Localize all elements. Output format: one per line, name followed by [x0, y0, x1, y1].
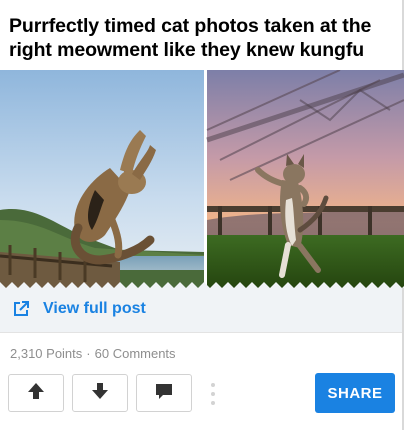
share-button[interactable]: SHARE: [315, 373, 395, 413]
view-full-post-link[interactable]: View full post: [0, 288, 402, 332]
comments-count[interactable]: 60 Comments: [95, 346, 176, 361]
external-link-icon: [12, 300, 30, 318]
points-count[interactable]: 2,310 Points: [10, 346, 82, 361]
post-card: Purrfectly timed cat photos taken at the…: [0, 0, 404, 430]
upvote-button[interactable]: [8, 374, 64, 412]
vertical-dots-icon[interactable]: [208, 383, 218, 405]
post-stats: 2,310 Points · 60 Comments: [10, 346, 176, 361]
post-image-graphic: [0, 70, 404, 288]
arrow-down-icon: [90, 381, 110, 406]
downvote-button[interactable]: [72, 374, 128, 412]
post-image[interactable]: [0, 70, 404, 288]
view-full-post-label: View full post: [43, 300, 146, 317]
divider: [0, 332, 402, 333]
arrow-up-icon: [26, 381, 46, 406]
comment-bubble-icon: [154, 381, 174, 406]
post-title[interactable]: Purrfectly timed cat photos taken at the…: [9, 14, 394, 62]
stats-separator: ·: [86, 346, 91, 361]
comment-button[interactable]: [136, 374, 192, 412]
